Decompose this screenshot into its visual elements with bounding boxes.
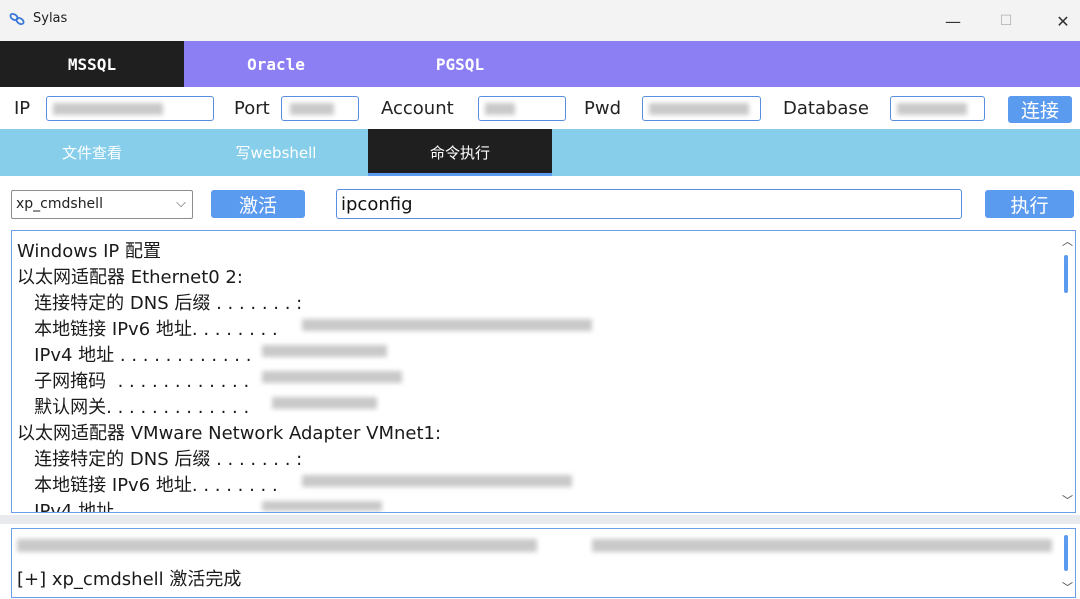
chevron-down-icon: ⌵: [176, 196, 186, 211]
redacted-value: [649, 103, 749, 115]
ip-label: IP: [14, 98, 31, 119]
command-input[interactable]: ipconfig: [336, 189, 962, 219]
ip-input[interactable]: [46, 96, 214, 121]
window-title: Sylas: [33, 11, 68, 26]
connection-row: IP Port Account Pwd Database 连接: [0, 87, 1080, 129]
output-line: IPv4 地址 . . . . . . . . . . . .: [17, 345, 252, 366]
output-line: 连接特定的 DNS 后缀 . . . . . . . :: [17, 293, 303, 314]
close-button[interactable]: ✕: [1040, 6, 1080, 36]
activate-button[interactable]: 激活: [211, 190, 305, 218]
command-output[interactable]: Windows IP 配置 以太网适配器 Ethernet0 2: 连接特定的 …: [11, 230, 1076, 513]
redacted-value: [897, 103, 967, 115]
output-line: 默认网关. . . . . . . . . . . . .: [17, 397, 250, 418]
output-line: 以太网适配器 Ethernet0 2:: [17, 267, 243, 288]
method-select-value: xp_cmdshell: [16, 196, 103, 212]
output-line: Windows IP 配置: [17, 241, 161, 262]
output-line: 以太网适配器 VMware Network Adapter VMnet1:: [17, 423, 442, 444]
output-scrollbar[interactable]: ︿ ﹀: [1059, 231, 1075, 512]
close-icon: ✕: [1056, 11, 1070, 31]
redacted-value: [290, 103, 334, 115]
title-bar: Sylas — ☐ ✕: [0, 0, 1080, 41]
redacted-value: [302, 475, 572, 487]
scroll-down-icon[interactable]: ﹀: [1062, 579, 1073, 595]
output-line: 连接特定的 DNS 后缀 . . . . . . . :: [17, 449, 303, 470]
command-input-value: ipconfig: [341, 194, 413, 215]
port-input[interactable]: [281, 96, 359, 121]
scroll-down-icon[interactable]: ﹀: [1062, 492, 1073, 508]
redacted-value: [485, 103, 515, 115]
scroll-up-icon[interactable]: ︿: [1062, 233, 1073, 249]
maximize-button[interactable]: ☐: [983, 6, 1029, 36]
pwd-input[interactable]: [642, 96, 761, 121]
output-line: 本地链接 IPv6 地址. . . . . . . .: [17, 475, 278, 496]
method-select[interactable]: xp_cmdshell ⌵: [11, 190, 193, 219]
tab-oracle[interactable]: Oracle: [184, 41, 368, 87]
log-scrollbar[interactable]: ﹀: [1059, 529, 1075, 597]
execute-button[interactable]: 执行: [985, 190, 1074, 218]
output-line: 本地链接 IPv6 地址. . . . . . . .: [17, 319, 278, 340]
redacted-value: [262, 345, 387, 357]
output-line: IPv4 地址: [17, 501, 115, 513]
minimize-button[interactable]: —: [930, 6, 976, 36]
redacted-value: [262, 371, 402, 383]
redacted-value: [592, 539, 1052, 552]
maximize-icon: ☐: [999, 13, 1013, 29]
account-input[interactable]: [478, 96, 566, 121]
redacted-value: [302, 319, 592, 331]
log-line: [+] xp_cmdshell 激活完成: [17, 569, 242, 590]
scroll-thumb[interactable]: [1064, 535, 1068, 571]
redacted-value: [262, 501, 382, 511]
output-line: 子网掩码 . . . . . . . . . . . .: [17, 371, 250, 392]
tab-write-webshell[interactable]: 写webshell: [184, 129, 368, 176]
tab-command-exec[interactable]: 命令执行: [368, 129, 552, 176]
account-label: Account: [381, 98, 454, 119]
database-input[interactable]: [890, 96, 985, 121]
port-label: Port: [234, 98, 270, 119]
tab-file-viewer[interactable]: 文件查看: [0, 129, 184, 176]
redacted-value: [272, 397, 377, 409]
log-output[interactable]: [+] xp_cmdshell 激活完成 ﹀: [11, 528, 1076, 598]
pwd-label: Pwd: [584, 98, 622, 119]
minimize-icon: —: [945, 11, 961, 31]
database-tab-bar: MSSQL Oracle PGSQL: [0, 41, 1080, 87]
tab-pgsql[interactable]: PGSQL: [368, 41, 552, 87]
connect-button[interactable]: 连接: [1008, 96, 1072, 123]
splitter[interactable]: [0, 515, 1080, 524]
feature-tab-bar: 文件查看 写webshell 命令执行: [0, 129, 1080, 176]
scroll-thumb[interactable]: [1064, 255, 1068, 293]
tab-mssql[interactable]: MSSQL: [0, 41, 184, 87]
redacted-value: [17, 539, 537, 552]
chain-link-icon: [9, 12, 25, 26]
database-label: Database: [783, 98, 869, 119]
redacted-value: [53, 103, 163, 115]
